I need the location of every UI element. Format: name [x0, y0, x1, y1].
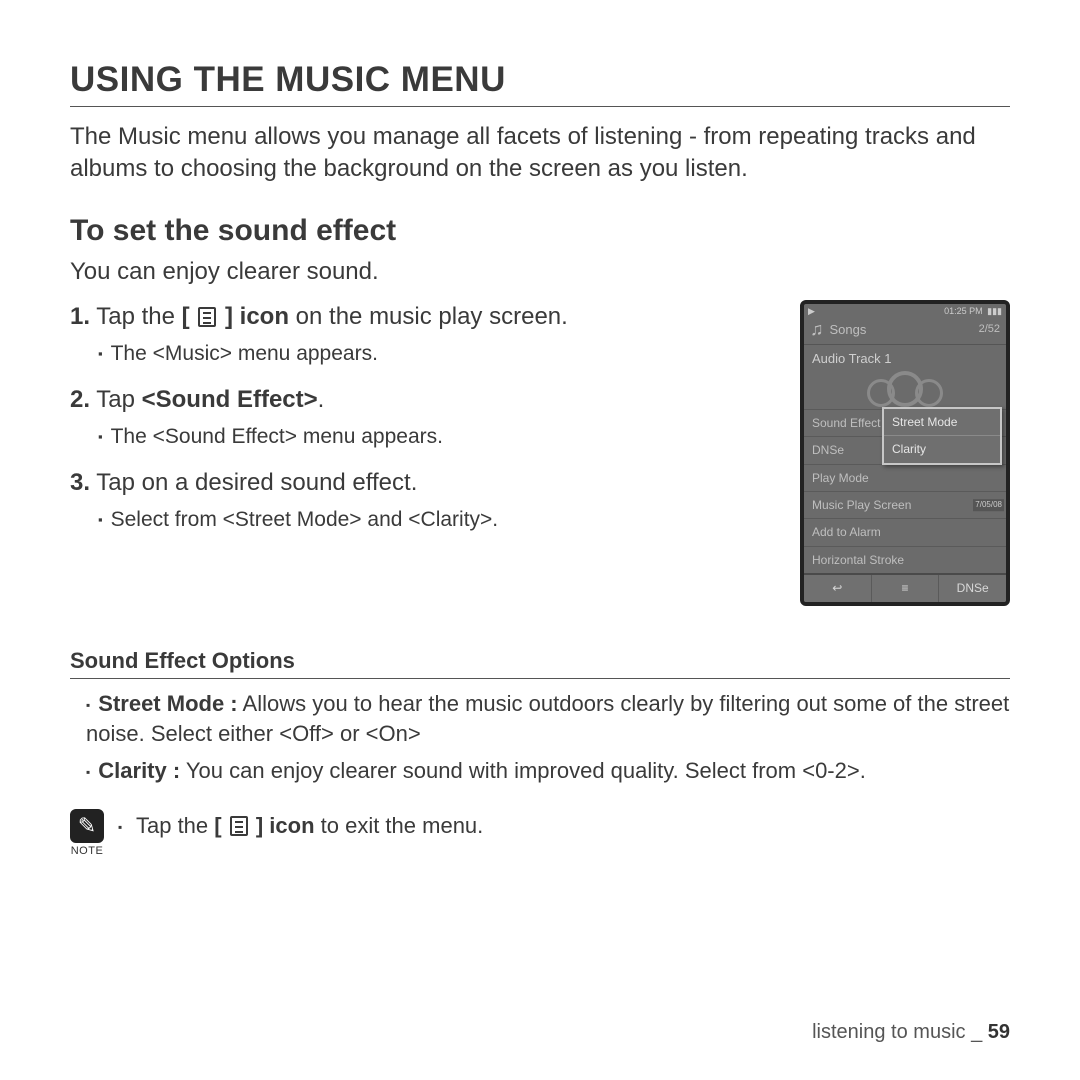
sub-bullet: Select from <Street Mode> and <Clarity>. — [98, 505, 770, 535]
step-text: Tap the — [96, 303, 181, 330]
sound-effect-popup: Street Mode Clarity — [882, 407, 1002, 465]
note-text: Tap the [ ] icon to exit the menu. — [118, 809, 483, 839]
device-header: ♫ Songs 2/52 — [804, 317, 1006, 346]
menu-item[interactable]: Add to Alarm — [804, 518, 1006, 545]
battery-icon: ▮▮▮ — [987, 306, 1002, 316]
header-title: Songs — [830, 322, 979, 338]
popup-item[interactable]: Street Mode — [884, 409, 1000, 435]
step-3: 3. Tap on a desired sound effect. Select… — [70, 466, 770, 535]
track-title: Audio Track 1 — [804, 345, 1006, 369]
options-heading: Sound Effect Options — [70, 648, 1010, 679]
step-bold: <Sound Effect> — [142, 386, 318, 413]
status-bar: ▶ 01:25 PM ▮▮▮ — [804, 304, 1006, 317]
note-icon: ✎ — [70, 809, 104, 843]
step-text: on the music play screen. — [289, 303, 568, 330]
section-title: To set the sound effect — [70, 214, 1010, 248]
menu-icon — [230, 816, 248, 836]
option-label: Clarity : — [98, 758, 180, 783]
music-note-icon: ♫ — [810, 319, 824, 341]
sub-bullet: The <Sound Effect> menu appears. — [98, 422, 770, 452]
dnse-button[interactable]: DNSe — [938, 575, 1006, 601]
option-desc: You can enjoy clearer sound with improve… — [180, 758, 866, 783]
intro-text: The Music menu allows you manage all fac… — [70, 121, 1010, 186]
step-1: 1. Tap the [ ] icon on the music play sc… — [70, 300, 770, 369]
menu-icon — [198, 307, 216, 327]
note-label: NOTE — [70, 845, 104, 857]
steps-column: 1. Tap the [ ] icon on the music play sc… — [70, 300, 770, 550]
page-number: 59 — [988, 1021, 1010, 1043]
option-item: Clarity : You can enjoy clearer sound wi… — [86, 756, 1010, 787]
bracket: [ — [182, 303, 197, 330]
device-bottom-bar: ↩ ≡ DNSe — [804, 573, 1006, 601]
play-indicator-icon: ▶ — [808, 306, 815, 317]
step-2: 2. Tap <Sound Effect>. The <Sound Effect… — [70, 383, 770, 452]
step-text: . — [318, 386, 325, 413]
menu-item[interactable]: Music Play Screen7/05/08 — [804, 491, 1006, 518]
step-number: 1. — [70, 303, 90, 330]
note-block: ✎ NOTE Tap the [ ] icon to exit the menu… — [70, 809, 1010, 857]
device-menu: Sound Effect DNSe Play Mode Music Play S… — [804, 409, 1006, 573]
device-mockup: ▶ 01:25 PM ▮▮▮ ♫ Songs 2/52 Audio Track … — [800, 300, 1010, 606]
track-count: 2/52 — [979, 323, 1000, 336]
menu-item[interactable]: Play Mode — [804, 464, 1006, 491]
menu-button[interactable]: ≡ — [871, 575, 939, 601]
options-list: Street Mode : Allows you to hear the mus… — [70, 689, 1010, 787]
section-intro: You can enjoy clearer sound. — [70, 258, 1010, 286]
icon-word: icon — [240, 303, 289, 330]
bracket: ] — [218, 303, 239, 330]
back-button[interactable]: ↩ — [804, 575, 871, 601]
step-text: Tap on a desired sound effect. — [96, 469, 417, 496]
page-title: USING THE MUSIC MENU — [70, 60, 1010, 107]
album-art-placeholder — [804, 369, 1006, 409]
note-badge: ✎ NOTE — [70, 809, 104, 857]
date-tag: 7/05/08 — [973, 499, 1004, 511]
clock: 01:25 PM — [944, 306, 983, 316]
menu-item[interactable]: Horizontal Stroke — [804, 546, 1006, 573]
popup-item[interactable]: Clarity — [884, 435, 1000, 462]
option-item: Street Mode : Allows you to hear the mus… — [86, 689, 1010, 751]
step-number: 2. — [70, 386, 90, 413]
page-footer: listening to music _ 59 — [812, 1021, 1010, 1044]
step-number: 3. — [70, 469, 90, 496]
sub-bullet: The <Music> menu appears. — [98, 339, 770, 369]
step-text: Tap — [96, 386, 141, 413]
option-label: Street Mode : — [98, 691, 237, 716]
footer-section: listening to music _ — [812, 1021, 988, 1043]
